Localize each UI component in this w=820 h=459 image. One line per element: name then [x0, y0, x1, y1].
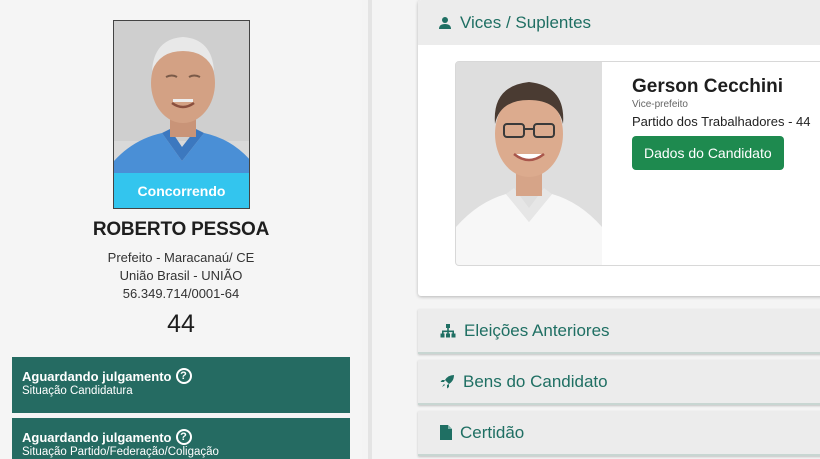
vice-party: Partido dos Trabalhadores - 44 — [632, 114, 811, 129]
candidate-number: 44 — [167, 310, 195, 338]
accordion-title: Certidão — [460, 422, 525, 442]
vice-portrait-image — [456, 62, 602, 265]
status-title: Aguardando julgamento — [22, 429, 172, 445]
help-icon[interactable]: ? — [175, 429, 192, 445]
accordion-previous-elections[interactable]: Eleições Anteriores — [418, 309, 820, 354]
candidate-cnpj: 56.349.714/0001-64 — [122, 286, 240, 301]
accordion-certificate[interactable]: Certidão — [418, 411, 820, 456]
user-icon — [438, 16, 452, 30]
candidate-panel: Concorrendo ROBERTO PESSOA Prefeito - Ma… — [0, 0, 362, 459]
status-title: Aguardando julgamento — [22, 368, 172, 384]
vice-name: Gerson Cecchini — [632, 76, 783, 97]
vices-section-header[interactable]: Vices / Suplentes — [418, 0, 820, 45]
candidate-office: Prefeito - Maracanaú/ CE — [107, 250, 255, 265]
accordion-title: Bens do Candidato — [463, 371, 608, 391]
status-box-party: Aguardando julgamento ? Situação Partido… — [12, 418, 350, 459]
candidate-party: União Brasil - UNIÃO — [119, 268, 243, 283]
candidacy-status-badge: Concorrendo — [114, 173, 249, 208]
status-subtitle: Situação Partido/Federação/Coligação — [22, 446, 219, 458]
candidate-details-button[interactable]: Dados do Candidato — [632, 136, 784, 170]
sitemap-icon — [440, 323, 456, 338]
candidate-photo: Concorrendo — [113, 20, 250, 209]
help-icon[interactable]: ? — [175, 368, 192, 384]
file-icon — [440, 425, 452, 440]
details-panel: Vices / Suplentes Gerson Cecchini Vice-p… — [372, 0, 820, 459]
accordion-candidate-assets[interactable]: Bens do Candidato — [418, 360, 820, 405]
vice-candidate-photo — [456, 62, 602, 265]
rocket-icon — [440, 374, 455, 389]
accordion-title: Eleições Anteriores — [464, 320, 610, 340]
vice-candidate-card: Gerson Cecchini Vice-prefeito Partido do… — [455, 61, 820, 266]
vices-section-title: Vices / Suplentes — [460, 12, 592, 32]
candidate-name: ROBERTO PESSOA — [92, 219, 270, 240]
vice-role: Vice-prefeito — [632, 99, 688, 110]
vices-section: Vices / Suplentes Gerson Cecchini Vice-p… — [418, 0, 820, 296]
status-box-candidacy: Aguardando julgamento ? Situação Candida… — [12, 357, 350, 413]
status-subtitle: Situação Candidatura — [22, 385, 133, 397]
